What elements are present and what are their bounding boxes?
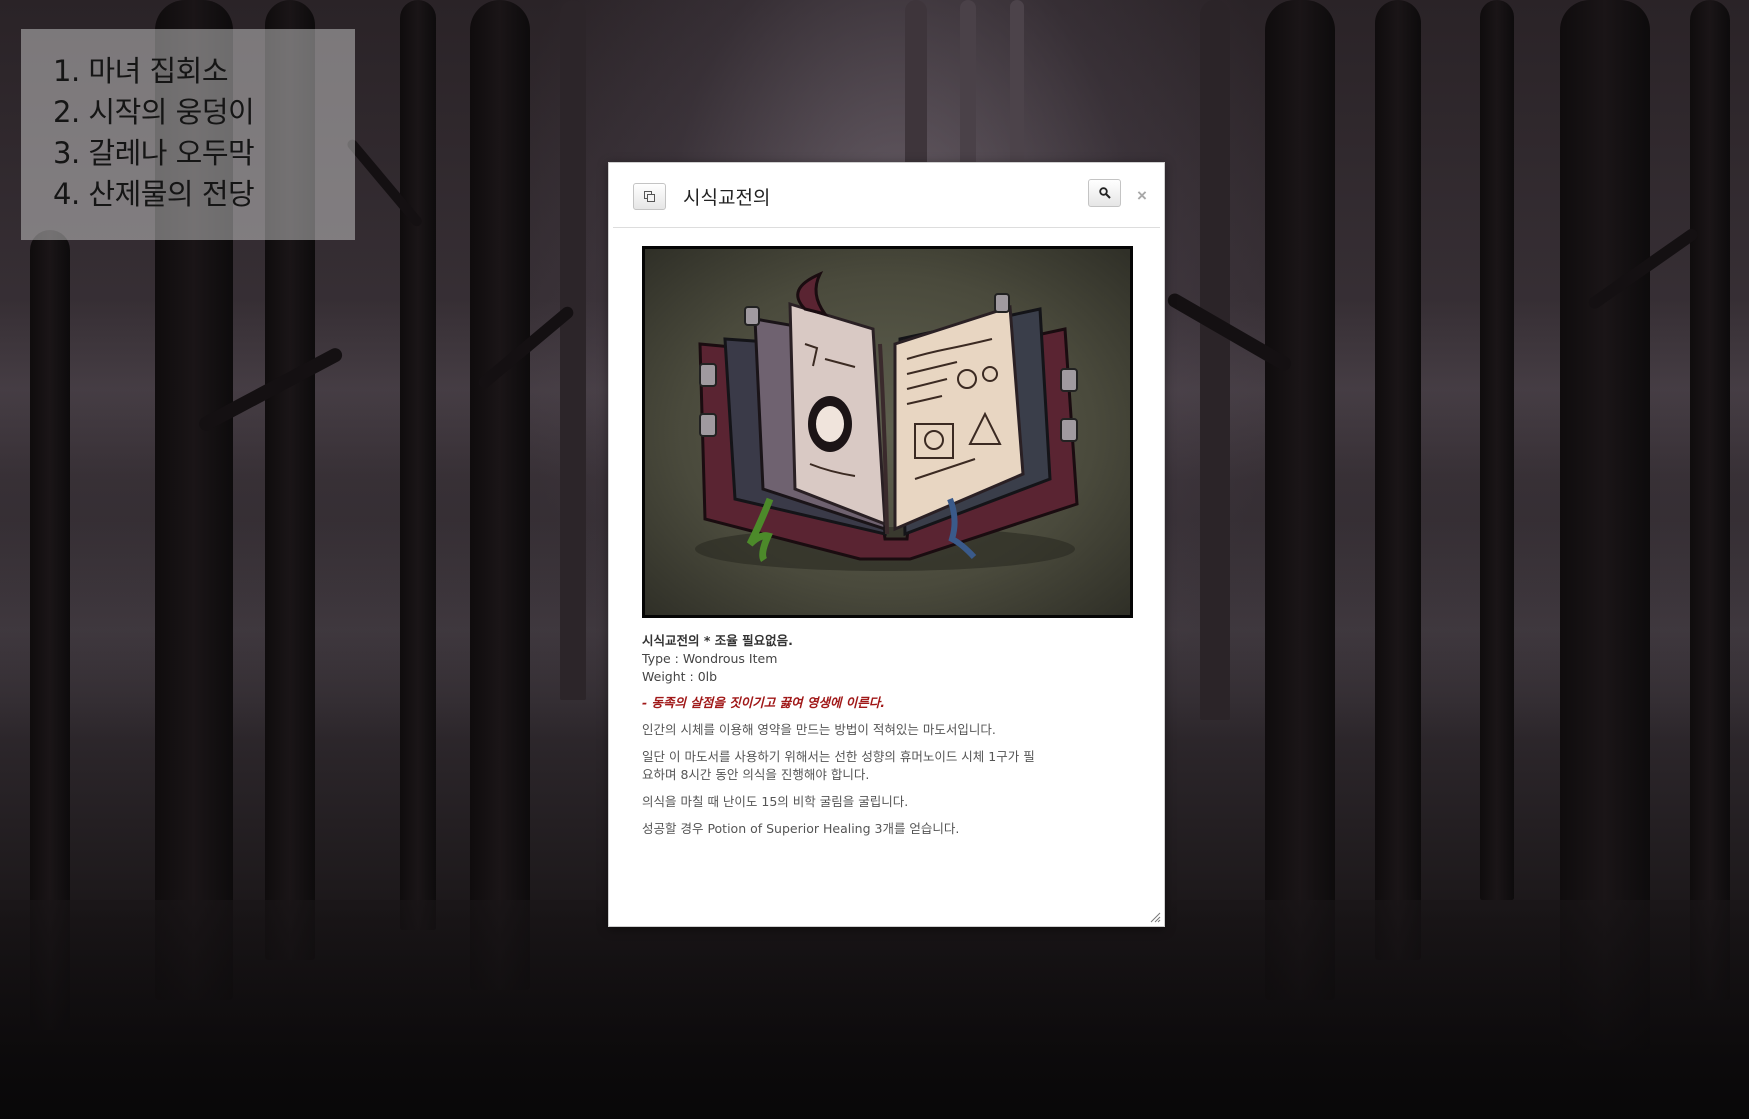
- close-icon[interactable]: ×: [1134, 187, 1150, 205]
- location-item-3[interactable]: 3. 갈레나 오두막: [53, 133, 355, 174]
- tree-trunk: [1265, 0, 1335, 1000]
- tree-trunk: [560, 0, 586, 700]
- spellbook-illustration: [695, 271, 1079, 571]
- item-description: 일단 이 마도서를 사용하기 위해서는 선한 성향의 휴머노이드 시체 1구가 …: [642, 749, 1035, 782]
- tree-trunk: [1480, 0, 1514, 900]
- dialog-title: 시식교전의: [683, 187, 771, 209]
- search-icon: [1099, 187, 1111, 199]
- tree-trunk: [1560, 0, 1650, 1050]
- tree-trunk: [1690, 0, 1730, 1000]
- item-image: [642, 246, 1133, 618]
- tree-trunk: [1200, 0, 1230, 720]
- resize-grip-icon[interactable]: [1149, 911, 1161, 923]
- item-dialog: 시식교전의 × 시식교전의 * 조율 필요없음. Type: Wondrous…: [608, 162, 1165, 927]
- location-item-1[interactable]: 1. 마녀 집회소: [53, 51, 355, 92]
- dialog-header: 시식교전의 ×: [613, 167, 1160, 228]
- location-item-4[interactable]: 4. 산제물의 전당: [53, 174, 355, 215]
- dialog-body: 시식교전의 * 조율 필요없음. Type : Wondrous Item We…: [642, 246, 1137, 838]
- item-weight-line: Weight : 0lb: [642, 669, 718, 684]
- item-description: 의식을 마칠 때 난이도 15의 비학 굴림을 굴립니다.: [642, 794, 909, 809]
- search-button[interactable]: [1088, 179, 1121, 207]
- tree-trunk: [1375, 0, 1421, 960]
- location-item-2[interactable]: 2. 시작의 웅덩이: [53, 92, 355, 133]
- forest-floor: [0, 900, 1749, 1119]
- copy-icon: [644, 191, 655, 202]
- item-flavor-quote: - 동족의 살점을 짓이기고 끓여 영생에 이른다.: [642, 695, 886, 710]
- item-description: 인간의 시체를 이용해 영약을 만드는 방법이 적혀있는 마도서입니다.: [642, 722, 996, 737]
- copy-button[interactable]: [633, 183, 666, 210]
- tree-trunk: [400, 0, 436, 930]
- item-type-line: Type : Wondrous Item: [642, 651, 778, 666]
- location-list: 1. 마녀 집회소 2. 시작의 웅덩이 3. 갈레나 오두막 4. 산제물의 …: [21, 29, 355, 240]
- forest-background: 1. 마녀 집회소 2. 시작의 웅덩이 3. 갈레나 오두막 4. 산제물의 …: [0, 0, 1749, 1119]
- tree-trunk: [470, 0, 530, 990]
- item-name-line: 시식교전의 * 조율 필요없음.: [642, 633, 793, 648]
- item-description: 성공할 경우 Potion of Superior Healing 3개를 얻습…: [642, 821, 960, 836]
